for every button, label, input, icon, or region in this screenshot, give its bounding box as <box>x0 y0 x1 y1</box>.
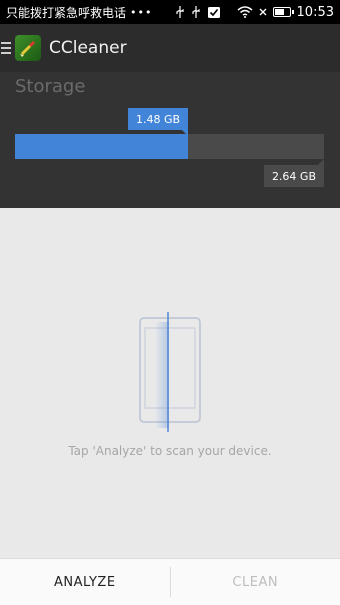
analyze-button[interactable]: ANALYZE <box>0 559 170 605</box>
battery-icon <box>273 7 291 17</box>
phone-scan-illustration <box>125 312 215 436</box>
storage-title: Storage <box>15 76 85 97</box>
storage-bar <box>15 134 324 159</box>
total-storage-label: 2.64 GB <box>264 165 324 187</box>
clock: 10:53 <box>297 5 334 20</box>
app-title: CCleaner <box>49 38 127 58</box>
bottom-action-bar: ANALYZE CLEAN <box>0 558 340 605</box>
ccleaner-logo-icon[interactable] <box>15 35 41 61</box>
usb-icon <box>191 6 201 18</box>
carrier-text: 只能拨打紧急呼救电话 <box>6 4 126 21</box>
app-bar: CCleaner <box>0 24 340 72</box>
main-content: Tap 'Analyze' to scan your device. <box>0 208 340 558</box>
used-storage-label: 1.48 GB <box>128 108 188 130</box>
menu-icon[interactable] <box>1 42 11 54</box>
no-signal-icon <box>259 6 267 18</box>
usb-icon <box>175 6 185 18</box>
storage-bar-used-fill <box>15 134 188 159</box>
more-notifications-indicator: ••• <box>130 6 152 19</box>
checkbox-notification-icon <box>207 5 221 19</box>
wifi-icon <box>237 6 253 18</box>
storage-panel: Storage 1.48 GB 2.64 GB <box>0 72 340 208</box>
status-bar: 只能拨打紧急呼救电话 ••• 10:53 <box>0 0 340 24</box>
analyze-hint: Tap 'Analyze' to scan your device. <box>0 444 340 458</box>
clean-button[interactable]: CLEAN <box>171 559 340 605</box>
